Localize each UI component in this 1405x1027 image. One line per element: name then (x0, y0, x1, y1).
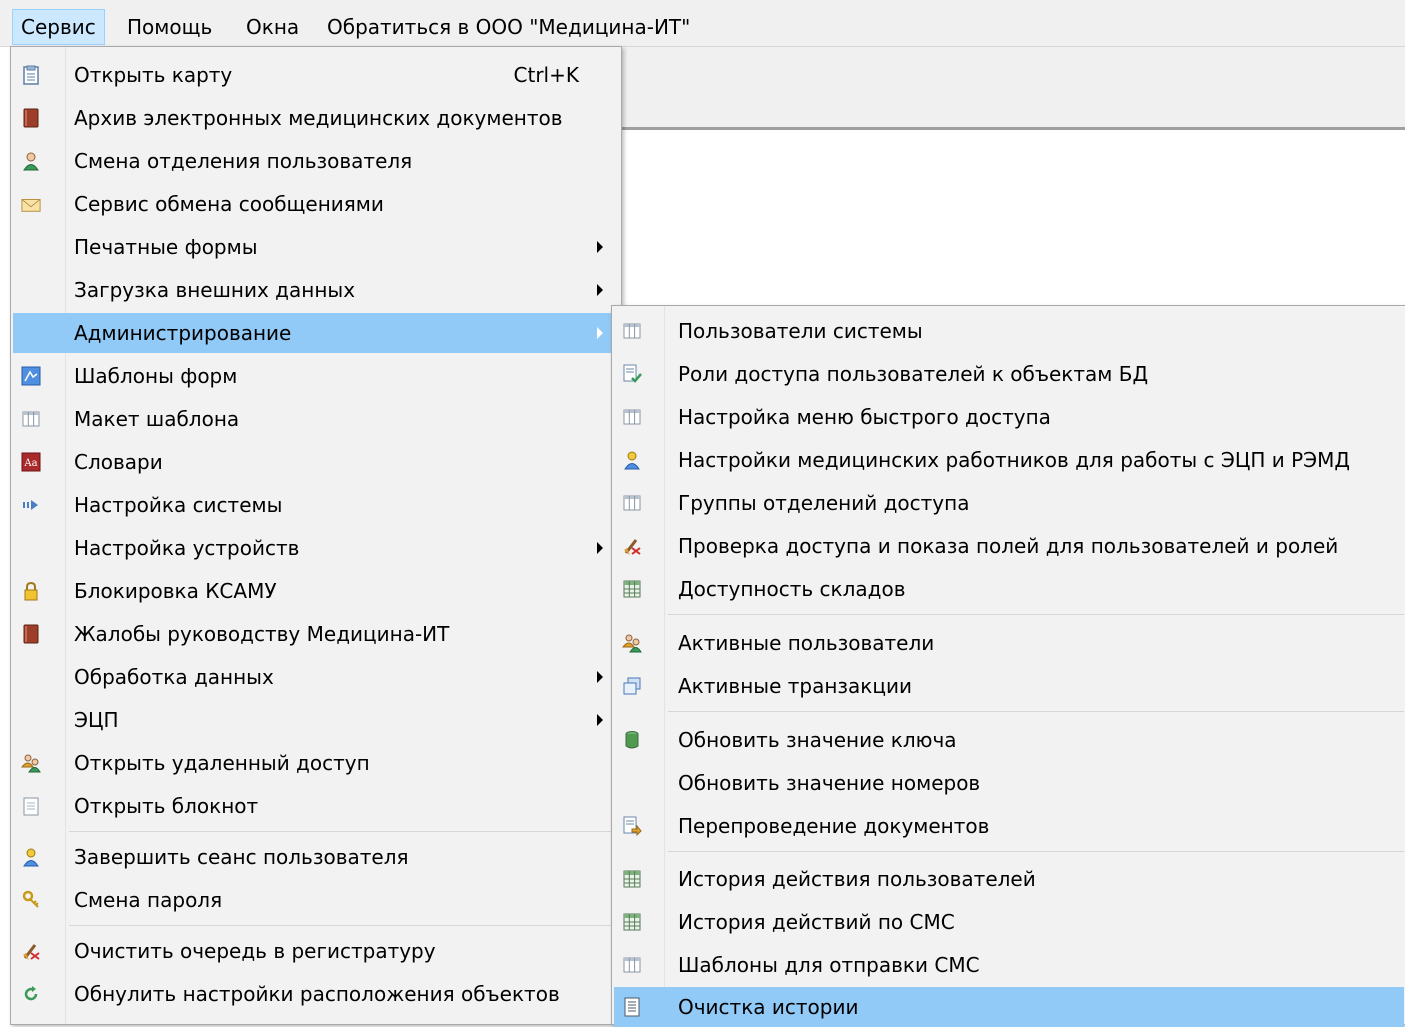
table-green-icon (622, 869, 642, 889)
submenu-item-clear-history[interactable]: Очистка истории (614, 987, 1404, 1027)
menu-item-archive[interactable]: Архив электронных медицинских документов (13, 98, 619, 138)
submenu-arrow-icon (597, 241, 603, 253)
menu-bar: Сервис Помощь Окна Обратиться в ООО "Мед… (0, 0, 1405, 47)
menu-item-reset-layout[interactable]: Обнулить настройки расположения объектов (13, 974, 619, 1014)
menu-item-ksamu-lock[interactable]: Блокировка КСАМУ (13, 571, 619, 611)
grid-icon (622, 321, 642, 341)
submenu-arrow-icon (597, 542, 603, 554)
menu-item-remote-access[interactable]: Открыть удаленный доступ (13, 743, 619, 783)
form-template-icon (21, 366, 41, 386)
submenu-item-field-access-check[interactable]: Проверка доступа и показа полей для поль… (614, 526, 1404, 566)
users-icon (622, 633, 642, 653)
arrow-right-icon (21, 495, 41, 515)
database-icon (622, 730, 642, 750)
submenu-item-system-users[interactable]: Пользователи системы (614, 311, 1404, 351)
user-blue-icon (21, 847, 41, 867)
menu-item-change-password[interactable]: Смена пароля (13, 880, 619, 920)
menu-item-administration[interactable]: Администрирование (13, 313, 619, 353)
app-divider (620, 127, 1405, 130)
menu-item-form-templates[interactable]: Шаблоны форм (13, 356, 619, 396)
svg-text:Aa: Aa (23, 458, 37, 469)
key-icon (21, 890, 41, 910)
menu-item-notepad[interactable]: Открыть блокнот (13, 786, 619, 826)
submenu-item-active-users[interactable]: Активные пользователи (614, 623, 1404, 663)
submenu-item-sms-history[interactable]: История действий по СМС (614, 902, 1404, 942)
submenu-item-access-roles[interactable]: Роли доступа пользователей к объектам БД (614, 354, 1404, 394)
submenu-item-repost-documents[interactable]: Перепроведение документов (614, 806, 1404, 846)
doc-list-icon (622, 997, 642, 1017)
menu-service[interactable]: Сервис (12, 9, 105, 45)
submenu-item-update-numbers[interactable]: Обновить значение номеров (614, 763, 1404, 803)
menu-item-system-settings[interactable]: Настройка системы (13, 485, 619, 525)
submenu-item-active-transactions[interactable]: Активные транзакции (614, 666, 1404, 706)
menu-item-clear-queue[interactable]: Очистить очередь в регистратуру (13, 931, 619, 971)
submenu-item-med-workers-ecp[interactable]: Настройки медицинских работников для раб… (614, 440, 1404, 480)
menu-item-external-data[interactable]: Загрузка внешних данных (13, 270, 619, 310)
submenu-arrow-icon (597, 671, 603, 683)
clear-icon (21, 941, 41, 961)
submenu-arrow-icon (597, 327, 603, 339)
submenu-item-user-history[interactable]: История действия пользователей (614, 859, 1404, 899)
menu-item-end-session[interactable]: Завершить сеанс пользователя (13, 837, 619, 877)
menu-separator (69, 925, 619, 926)
app-toolbar (620, 47, 1405, 127)
doc-check-icon (622, 364, 642, 384)
user-blue-icon (622, 450, 642, 470)
card-file-icon (21, 65, 41, 85)
menu-windows[interactable]: Окна (238, 10, 307, 44)
windows-icon (622, 676, 642, 696)
table-green-icon (622, 579, 642, 599)
submenu-item-department-groups[interactable]: Группы отделений доступа (614, 483, 1404, 523)
submenu-item-warehouse-availability[interactable]: Доступность складов (614, 569, 1404, 609)
lock-icon (21, 581, 41, 601)
menu-item-messaging[interactable]: Сервис обмена сообщениями (13, 184, 619, 224)
service-menu: Открыть карту Ctrl+K Архив электронных м… (10, 46, 622, 1025)
menu-item-complaints[interactable]: Жалобы руководству Медицина-ИТ (13, 614, 619, 654)
menu-item-change-department[interactable]: Смена отделения пользователя (13, 141, 619, 181)
menu-separator (668, 711, 1404, 712)
doc-arrow-icon (622, 816, 642, 836)
menu-separator (668, 851, 1404, 852)
menu-separator (69, 831, 619, 832)
submenu-arrow-icon (597, 284, 603, 296)
menu-item-template-layout[interactable]: Макет шаблона (13, 399, 619, 439)
submenu-item-update-key[interactable]: Обновить значение ключа (614, 720, 1404, 760)
menu-item-print-forms[interactable]: Печатные формы (13, 227, 619, 267)
menu-contact[interactable]: Обратиться в ООО "Медицина-ИТ" (319, 10, 698, 44)
user-green-icon (21, 151, 41, 171)
notepad-icon (21, 796, 41, 816)
menu-item-dictionaries[interactable]: Aa Словари (13, 442, 619, 482)
refresh-icon (21, 984, 41, 1004)
submenu-item-sms-templates[interactable]: Шаблоны для отправки СМС (614, 945, 1404, 985)
envelope-icon (21, 194, 41, 214)
grid-icon (21, 409, 41, 429)
administration-submenu: Пользователи системы Роли доступа пользо… (611, 305, 1405, 1027)
grid-icon (622, 407, 642, 427)
menu-help[interactable]: Помощь (119, 10, 220, 44)
users-icon (21, 753, 41, 773)
dictionary-icon: Aa (21, 452, 41, 472)
menu-item-ecp[interactable]: ЭЦП (13, 700, 619, 740)
clear-icon (622, 536, 642, 556)
table-green-icon (622, 912, 642, 932)
book-icon (21, 624, 41, 644)
menu-item-device-settings[interactable]: Настройка устройств (13, 528, 619, 568)
menu-item-data-processing[interactable]: Обработка данных (13, 657, 619, 697)
submenu-item-quick-access[interactable]: Настройка меню быстрого доступа (614, 397, 1404, 437)
book-icon (21, 108, 41, 128)
submenu-arrow-icon (597, 714, 603, 726)
menu-separator (668, 614, 1404, 615)
menu-item-open-card[interactable]: Открыть карту Ctrl+K (13, 55, 619, 95)
grid-icon (622, 955, 642, 975)
grid-icon (622, 493, 642, 513)
shortcut-label: Ctrl+K (513, 63, 579, 87)
